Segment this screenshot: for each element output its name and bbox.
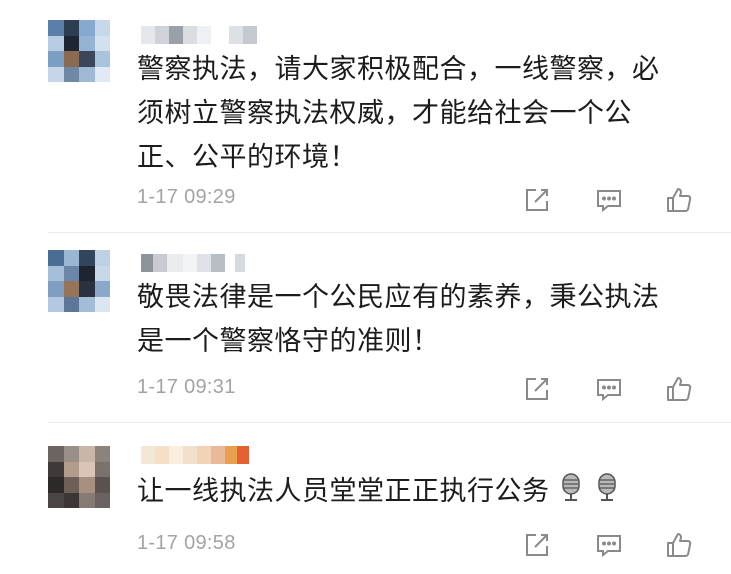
comment-text-line: 敬畏法律是一个公民应有的素养，秉公执法 <box>137 282 660 313</box>
microphone-icon <box>592 472 622 518</box>
comment-text-line: 须树立警察执法权威，才能给社会一个公 <box>137 98 632 129</box>
comment-text: 警察执法，请大家积极配合，一线警察，必 须树立警察执法权威，才能给社会一个公 正… <box>137 48 697 180</box>
username-blurred[interactable] <box>141 446 249 464</box>
reply-icon[interactable] <box>592 372 626 406</box>
comment-text: 敬畏法律是一个公民应有的素养，秉公执法 是一个警察恪守的准则！ <box>137 276 697 364</box>
like-icon[interactable] <box>662 372 696 406</box>
share-icon[interactable] <box>520 183 554 217</box>
comment-text-line: 警察执法，请大家积极配合，一线警察，必 <box>137 54 660 85</box>
microphone-icon <box>556 472 586 518</box>
username-blurred[interactable] <box>141 254 245 272</box>
username-blurred[interactable] <box>141 26 257 44</box>
share-icon[interactable] <box>520 528 554 562</box>
comment-text-line: 是一个警察恪守的准则！ <box>137 326 440 357</box>
reply-icon[interactable] <box>592 528 626 562</box>
comment-text-line: 让一线执法人员堂堂正正执行公务 <box>137 476 550 507</box>
comment-text: 让一线执法人员堂堂正正执行公务 <box>137 470 697 518</box>
share-icon[interactable] <box>520 372 554 406</box>
like-icon[interactable] <box>662 183 696 217</box>
comment-time: 1-17 09:58 <box>137 532 236 554</box>
divider <box>48 232 731 233</box>
avatar[interactable] <box>48 250 110 312</box>
comment-actions <box>520 183 696 217</box>
comment-time: 1-17 09:31 <box>137 376 236 398</box>
comment-actions <box>520 372 696 406</box>
comment-actions <box>520 528 696 562</box>
like-icon[interactable] <box>662 528 696 562</box>
reply-icon[interactable] <box>592 183 626 217</box>
comment-time: 1-17 09:29 <box>137 186 236 208</box>
divider <box>48 422 731 423</box>
comment-text-line: 正、公平的环境！ <box>137 142 357 173</box>
avatar[interactable] <box>48 446 110 508</box>
avatar[interactable] <box>48 20 110 82</box>
